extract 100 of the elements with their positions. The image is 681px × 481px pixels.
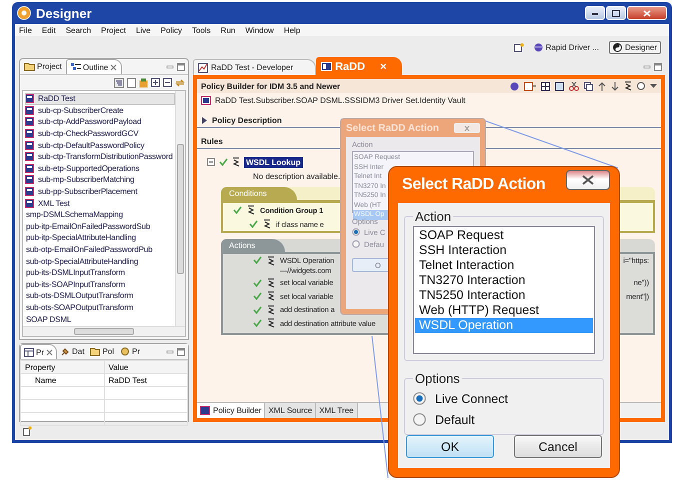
lightning-icon[interactable] bbox=[624, 81, 632, 91]
radio-selected-icon[interactable] bbox=[352, 228, 360, 236]
outline-item[interactable]: sub-ots-DSMLOutputTransform bbox=[25, 290, 175, 302]
minimize-button[interactable] bbox=[585, 6, 605, 20]
outline-item[interactable]: sub-cp-SubscriberCreate bbox=[25, 104, 175, 116]
policy-icon bbox=[25, 152, 34, 162]
close-icon[interactable] bbox=[110, 64, 118, 70]
radio-selected-icon[interactable] bbox=[413, 392, 426, 405]
panel-tab[interactable]: Pr bbox=[117, 344, 144, 359]
menu-item[interactable]: Search bbox=[66, 26, 92, 34]
minimize-icon bbox=[591, 10, 599, 16]
menu-item[interactable]: Help bbox=[284, 26, 300, 34]
menu-item[interactable]: Policy bbox=[160, 26, 182, 34]
editor-tab[interactable]: XML Tree bbox=[316, 403, 358, 418]
close-button[interactable] bbox=[566, 170, 610, 190]
dialog-title: Select RaDD Action bbox=[346, 122, 439, 134]
editor-tab[interactable]: Policy Builder bbox=[197, 403, 266, 418]
radio-label[interactable]: Default bbox=[435, 412, 475, 426]
open-perspective-icon[interactable] bbox=[514, 42, 524, 52]
menu-item[interactable]: Window bbox=[245, 26, 274, 34]
list-item[interactable]: SSH Interaction bbox=[415, 243, 593, 258]
lightning-icon bbox=[263, 219, 271, 229]
outline-item[interactable]: sub-otp-SpecialAttributeHandling bbox=[25, 255, 175, 267]
outline-item[interactable]: sub-pp-SubscriberPlacement bbox=[25, 186, 175, 198]
arrow-up-icon[interactable] bbox=[598, 82, 606, 90]
policy-icon bbox=[25, 175, 34, 184]
cancel-button[interactable]: Cancel bbox=[514, 435, 602, 458]
maximize-icon[interactable] bbox=[177, 62, 185, 70]
vertical-scrollbar[interactable] bbox=[175, 91, 185, 326]
image-icon[interactable] bbox=[555, 82, 564, 90]
collapse-all-icon[interactable] bbox=[163, 78, 172, 87]
sort-icon[interactable] bbox=[114, 78, 124, 88]
arrow-down-icon[interactable] bbox=[611, 82, 619, 90]
lightning-icon bbox=[267, 291, 275, 302]
radio-label[interactable]: Live Connect bbox=[435, 392, 508, 406]
list-item[interactable]: SOAP Request bbox=[415, 228, 593, 243]
policy-icon bbox=[321, 62, 332, 71]
menu-item[interactable]: Live bbox=[136, 26, 151, 34]
grid-icon[interactable] bbox=[541, 82, 550, 90]
outline-item[interactable]: sub-otp-EmailOnFailedPasswordPub bbox=[25, 244, 175, 256]
editor-tab[interactable]: RaDD Test - Developer bbox=[193, 59, 316, 75]
policy-icon bbox=[25, 164, 34, 173]
panel-tab[interactable]: Pr bbox=[20, 344, 57, 359]
column-header: Property bbox=[20, 360, 104, 374]
outline-item[interactable]: sub-ctp-DefaultPasswordPolicy bbox=[25, 139, 175, 151]
outline-item[interactable]: sub-ots-SOAPOutputTransform bbox=[25, 302, 175, 314]
radio-icon[interactable] bbox=[352, 240, 360, 248]
menu-item[interactable]: Run bbox=[220, 26, 236, 34]
panel-tab[interactable]: Outline bbox=[66, 59, 122, 74]
new-item-icon[interactable] bbox=[23, 426, 32, 436]
outline-item[interactable]: sub-ctp-TransformDistributionPassword bbox=[25, 150, 175, 163]
outline-item[interactable]: RaDD Test bbox=[25, 93, 175, 105]
maximize-button[interactable] bbox=[606, 6, 626, 20]
outline-item[interactable]: sub-etp-SupportedOperations bbox=[25, 162, 175, 174]
menu-item[interactable]: File bbox=[19, 26, 32, 34]
ok-button[interactable]: OK bbox=[406, 435, 494, 458]
maximize-icon[interactable] bbox=[654, 63, 662, 71]
outline-item[interactable]: sub-mp-SubscriberMatching bbox=[25, 174, 175, 186]
list-item[interactable]: Web (HTTP) Request bbox=[415, 303, 593, 318]
panel-tab[interactable]: Project bbox=[20, 59, 66, 74]
copy-icon[interactable] bbox=[584, 82, 593, 90]
collapsed-triangle-icon[interactable] bbox=[201, 116, 208, 124]
folder-icon bbox=[24, 62, 35, 71]
policy-icon bbox=[201, 96, 211, 104]
outline-item[interactable]: pub-its-DSMLInputTransform bbox=[25, 266, 175, 278]
outline-item[interactable]: smp-DSMLSchemaMapping bbox=[25, 208, 175, 221]
perspective-link[interactable]: Rapid Driver ... bbox=[530, 40, 603, 54]
group-label: Options bbox=[414, 371, 461, 386]
panel-tab[interactable]: Pol bbox=[87, 344, 118, 359]
outline-item[interactable]: pub-itp-EmailOnFailedPasswordSub bbox=[25, 220, 175, 232]
radio-icon[interactable] bbox=[413, 413, 426, 426]
close-icon[interactable] bbox=[46, 348, 53, 356]
outline-item[interactable]: sub-ctp-CheckPasswordGCV bbox=[25, 128, 175, 140]
scissors-icon[interactable] bbox=[569, 82, 579, 90]
panel-tab[interactable]: Dat bbox=[57, 344, 88, 359]
outline-item[interactable]: pub-its-SOAPInputTransform bbox=[25, 278, 175, 290]
lightning-icon bbox=[267, 256, 275, 266]
outline-item[interactable]: pub-itp-SpecialAttributeHandling bbox=[25, 232, 175, 244]
editor-tab[interactable]: XML Source bbox=[265, 403, 316, 418]
outline-item[interactable]: SOAP DSML bbox=[25, 313, 175, 325]
dialog-title: Select RaDD Action bbox=[402, 176, 546, 194]
perspective-button[interactable]: Designer bbox=[608, 40, 661, 54]
collapse-icon[interactable] bbox=[207, 158, 215, 166]
lightning-icon bbox=[267, 318, 275, 328]
list-item[interactable]: TN5250 Interaction bbox=[415, 288, 593, 303]
dropdown-icon[interactable] bbox=[650, 84, 657, 88]
menu-item[interactable]: Tools bbox=[192, 26, 211, 34]
horizontal-scrollbar[interactable] bbox=[23, 326, 185, 336]
maximize-icon[interactable] bbox=[177, 348, 185, 356]
section-title[interactable]: Policy Description bbox=[212, 116, 282, 124]
menu-item[interactable]: Edit bbox=[42, 26, 56, 34]
outline-item[interactable]: sub-ctp-AddPasswordPayload bbox=[25, 116, 175, 128]
editor-title: Policy Builder for IDM 3.5 and Newer bbox=[201, 82, 340, 90]
policy-icon bbox=[25, 129, 34, 138]
list-item[interactable]: TN3270 Interaction bbox=[415, 273, 593, 288]
outline-item[interactable]: XML Test bbox=[25, 197, 175, 209]
rule-name[interactable]: WSDL Lookup bbox=[244, 156, 303, 168]
menu-item[interactable]: Project bbox=[101, 26, 126, 34]
expand-all-icon[interactable] bbox=[151, 78, 160, 87]
close-icon bbox=[582, 175, 594, 185]
